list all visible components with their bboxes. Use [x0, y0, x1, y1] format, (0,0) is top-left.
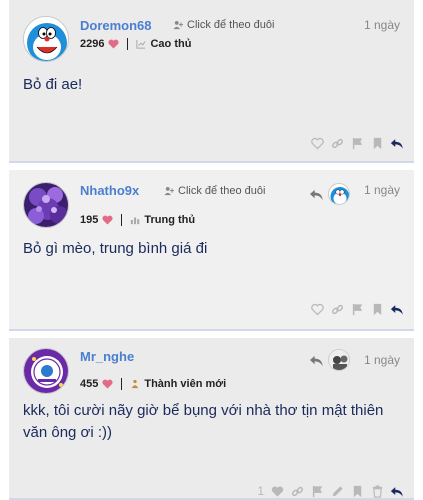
reply-icon [390, 304, 403, 315]
bookmark-icon [373, 303, 381, 315]
user-plus-icon [164, 187, 174, 196]
reply-button[interactable] [390, 136, 404, 150]
likes-count: 2296 [80, 38, 105, 50]
heart-icon [310, 137, 324, 149]
bookmark-button[interactable] [350, 484, 364, 498]
share-link-button[interactable] [330, 302, 344, 316]
heart-icon [108, 39, 120, 49]
like-button[interactable] [310, 302, 324, 316]
post-actions [310, 302, 404, 316]
bookmark-icon [373, 137, 381, 149]
rank-bars-icon [131, 217, 140, 225]
link-icon [331, 304, 343, 314]
reply-icon [390, 486, 403, 497]
like-count: 1 [257, 484, 264, 498]
like-button[interactable] [310, 136, 324, 150]
user-rank: Thành viên mới [144, 378, 227, 390]
reply-button[interactable] [390, 484, 404, 498]
username[interactable]: Mr_nghe [80, 349, 134, 364]
divider [121, 378, 123, 390]
share-link-button[interactable] [330, 136, 344, 150]
flag-button[interactable] [350, 302, 364, 316]
chart-icon [136, 39, 147, 49]
post-body: Bỏ gì mèo, trung bình giá đi [23, 240, 208, 257]
post-actions: 1 [257, 484, 404, 498]
follow-button[interactable]: Click để theo đuôi [164, 185, 265, 197]
heart-icon [310, 303, 324, 315]
likes-count: 455 [80, 378, 99, 390]
user-rank: Cao thủ [150, 38, 192, 50]
flag-icon [352, 137, 362, 149]
post-date[interactable]: 1 ngày [364, 183, 400, 197]
link-icon [291, 486, 303, 496]
like-button[interactable] [270, 484, 284, 498]
reply-arrow-icon [310, 355, 323, 366]
flag-button[interactable] [310, 484, 324, 498]
user-stats: 2296 Cao thủ [80, 38, 191, 50]
user-rank: Trung thủ [144, 214, 196, 226]
avatar[interactable] [23, 182, 69, 228]
heart-icon [271, 485, 283, 497]
post-date[interactable]: 1 ngày [364, 353, 400, 367]
username[interactable]: Nhatho9x [80, 183, 139, 198]
username[interactable]: Doremon68 [80, 18, 152, 33]
heart-icon [102, 215, 113, 225]
divider [121, 214, 123, 226]
post-mr-nghe: Mr_nghe 1 ngày 455 Thành viên mới kkk, t… [9, 338, 414, 500]
bookmark-icon [353, 485, 361, 497]
edit-icon [332, 485, 343, 496]
flag-button[interactable] [350, 136, 364, 150]
post-thread: Doremon68 Click để theo đuôi 1 ngày 2296… [0, 0, 423, 500]
reply-to-avatar [328, 183, 350, 205]
follow-label: Click để theo đuôi [178, 185, 266, 197]
user-stats: 195 Trung thủ [80, 214, 195, 226]
avatar[interactable] [23, 348, 69, 394]
post-body: Bỏ đi ae! [23, 76, 83, 93]
divider [127, 38, 129, 50]
reply-to-indicator[interactable] [309, 183, 350, 205]
edit-button[interactable] [330, 484, 344, 498]
post-doremon68: Doremon68 Click để theo đuôi 1 ngày 2296… [9, 0, 414, 163]
post-nhatho9x: Nhatho9x Click để theo đuôi 1 ngày 195 T… [9, 170, 414, 331]
trash-icon [372, 484, 382, 498]
bookmark-button[interactable] [370, 302, 384, 316]
reply-button[interactable] [390, 302, 404, 316]
follow-button[interactable]: Click để theo đuôi [173, 19, 274, 31]
post-actions [310, 136, 404, 150]
reply-icon [390, 138, 403, 149]
link-icon [331, 138, 343, 148]
reply-arrow-icon [310, 189, 323, 200]
user-plus-icon [173, 21, 183, 30]
reply-to-indicator[interactable] [309, 349, 350, 371]
post-body: kkk, tôi cười nãy giờ bể bụng với nhà th… [23, 402, 384, 441]
delete-button[interactable] [370, 484, 384, 498]
likes-count: 195 [80, 214, 99, 226]
flag-icon [312, 485, 322, 497]
heart-icon [102, 379, 113, 389]
bookmark-button[interactable] [370, 136, 384, 150]
newbie-icon [132, 379, 139, 389]
avatar[interactable] [23, 16, 69, 62]
follow-label: Click để theo đuôi [187, 19, 275, 31]
flag-icon [352, 303, 362, 315]
share-link-button[interactable] [290, 484, 304, 498]
user-stats: 455 Thành viên mới [80, 378, 226, 390]
reply-to-avatar [328, 349, 350, 371]
post-date[interactable]: 1 ngày [364, 18, 400, 32]
